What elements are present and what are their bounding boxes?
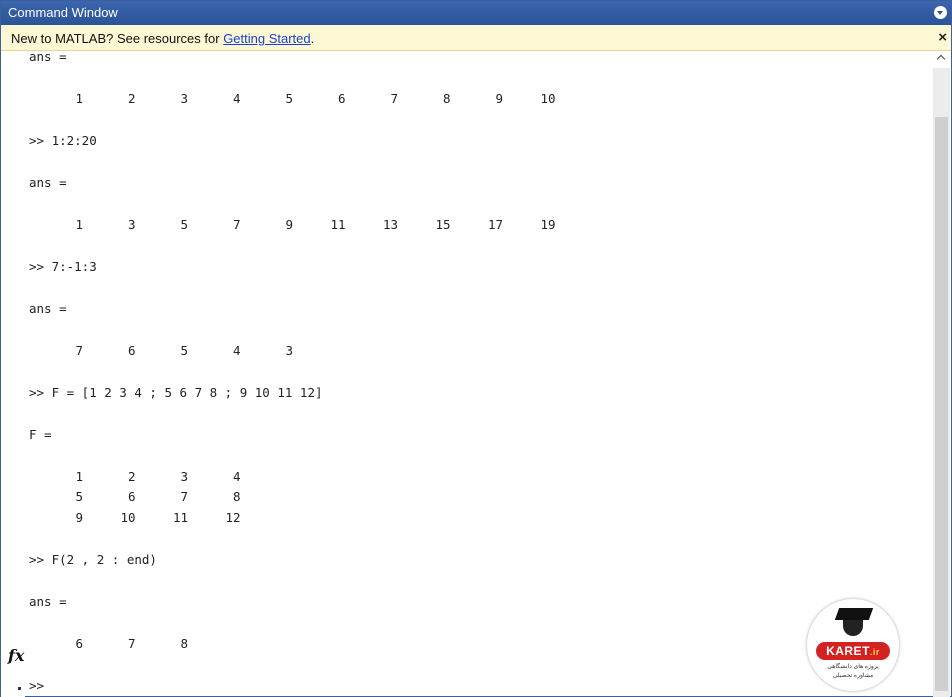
output-cell: 17 — [487, 217, 503, 232]
logo-tagline-2: مشاوره تحصیلی — [832, 673, 874, 679]
output-cell: 5 — [75, 489, 83, 504]
command-line: >> 7:-1:3 — [29, 259, 97, 274]
output-label: ans = — [29, 301, 67, 316]
output-cell: 11 — [330, 217, 346, 232]
logo-tagline-1: پروژه های دانشگاهی — [827, 664, 879, 670]
output-cell: 4 — [232, 343, 241, 358]
output-cell: 6 — [75, 636, 83, 651]
output-cell: 12 — [225, 510, 241, 525]
info-message: New to MATLAB? See resources for Getting… — [11, 31, 315, 46]
command-line: >> F = [1 2 3 4 ; 5 6 7 8 ; 9 10 11 12] — [29, 385, 323, 400]
output-cell: 3 — [127, 217, 136, 232]
output-cell: 11 — [172, 510, 188, 525]
output-cell: 15 — [435, 217, 451, 232]
command-line: >> 1:2:20 — [29, 133, 97, 148]
output-cell: 7 — [180, 489, 188, 504]
close-icon[interactable]: × — [938, 25, 947, 50]
window-title: Command Window — [8, 5, 118, 20]
output-cell: 13 — [382, 217, 398, 232]
scrollbar-thumb[interactable] — [935, 117, 948, 691]
logo-brand: KARET.ir — [816, 642, 890, 660]
output-cell: 4 — [232, 469, 241, 484]
output-cell: 5 — [180, 217, 188, 232]
output-cell: 9 — [495, 91, 503, 106]
output-cell: 10 — [120, 510, 136, 525]
output-cell: 8 — [180, 636, 188, 651]
output-cell: 9 — [75, 510, 83, 525]
window-actions-menu-icon[interactable] — [934, 6, 947, 19]
output-cell: 3 — [180, 469, 188, 484]
output-cell: 10 — [540, 91, 556, 106]
output-label: F = — [29, 427, 52, 442]
output-cell: 6 — [337, 91, 346, 106]
graduation-cap-icon — [834, 608, 874, 620]
getting-started-link[interactable]: Getting Started — [223, 31, 310, 46]
output-cell: 7 — [232, 217, 241, 232]
command-output-area[interactable]: ans = 1 2 3 4 5 6 7 8 9 10 >> 1:2:20 ans = 1 3 5 7 9 11 13 1… — [1, 51, 933, 697]
output-cell: 3 — [285, 343, 293, 358]
mustache-icon — [843, 620, 863, 636]
output-cell: 5 — [180, 343, 188, 358]
vertical-scrollbar[interactable] — [933, 51, 950, 697]
function-browser-icon[interactable]: fx — [8, 646, 24, 665]
output-cell: 6 — [127, 489, 136, 504]
output-cell: 5 — [285, 91, 293, 106]
output-cell: 7 — [390, 91, 398, 106]
output-cell: 8 — [442, 91, 451, 106]
output-cell: 3 — [180, 91, 188, 106]
output-label: ans = — [29, 594, 67, 609]
title-bar: Command Window — [1, 1, 951, 25]
command-prompt[interactable]: >> — [29, 678, 44, 693]
info-bar: New to MATLAB? See resources for Getting… — [1, 25, 951, 51]
output-cell: 1 — [75, 217, 83, 232]
output-cell: 19 — [540, 217, 556, 232]
command-window: Command Window New to MATLAB? See resour… — [0, 0, 952, 697]
scroll-up-icon[interactable] — [933, 51, 950, 68]
output-cell: 2 — [127, 469, 136, 484]
output-cell: 9 — [285, 217, 293, 232]
function-browser-dot-icon — [18, 687, 21, 690]
output-cell: 1 — [75, 469, 83, 484]
output-cell: 4 — [232, 91, 241, 106]
output-cell: 1 — [75, 91, 83, 106]
output-label: ans = — [29, 175, 67, 190]
output-cell: 2 — [127, 91, 136, 106]
output-cell: 6 — [127, 343, 136, 358]
output-cell: 7 — [127, 636, 136, 651]
watermark-logo: KARET.ir پروژه های دانشگاهی مشاوره تحصیل… — [807, 599, 899, 691]
output-cell: 7 — [75, 343, 83, 358]
output-cell: 8 — [232, 489, 241, 504]
output-label: ans = — [29, 51, 67, 64]
output-lines: ans = 1 2 3 4 5 6 7 8 9 10 >> 1:2:20 ans = 1 3 5 7 9 11 13 1… — [1, 51, 933, 697]
command-line: >> F(2 , 2 : end) — [29, 552, 157, 567]
